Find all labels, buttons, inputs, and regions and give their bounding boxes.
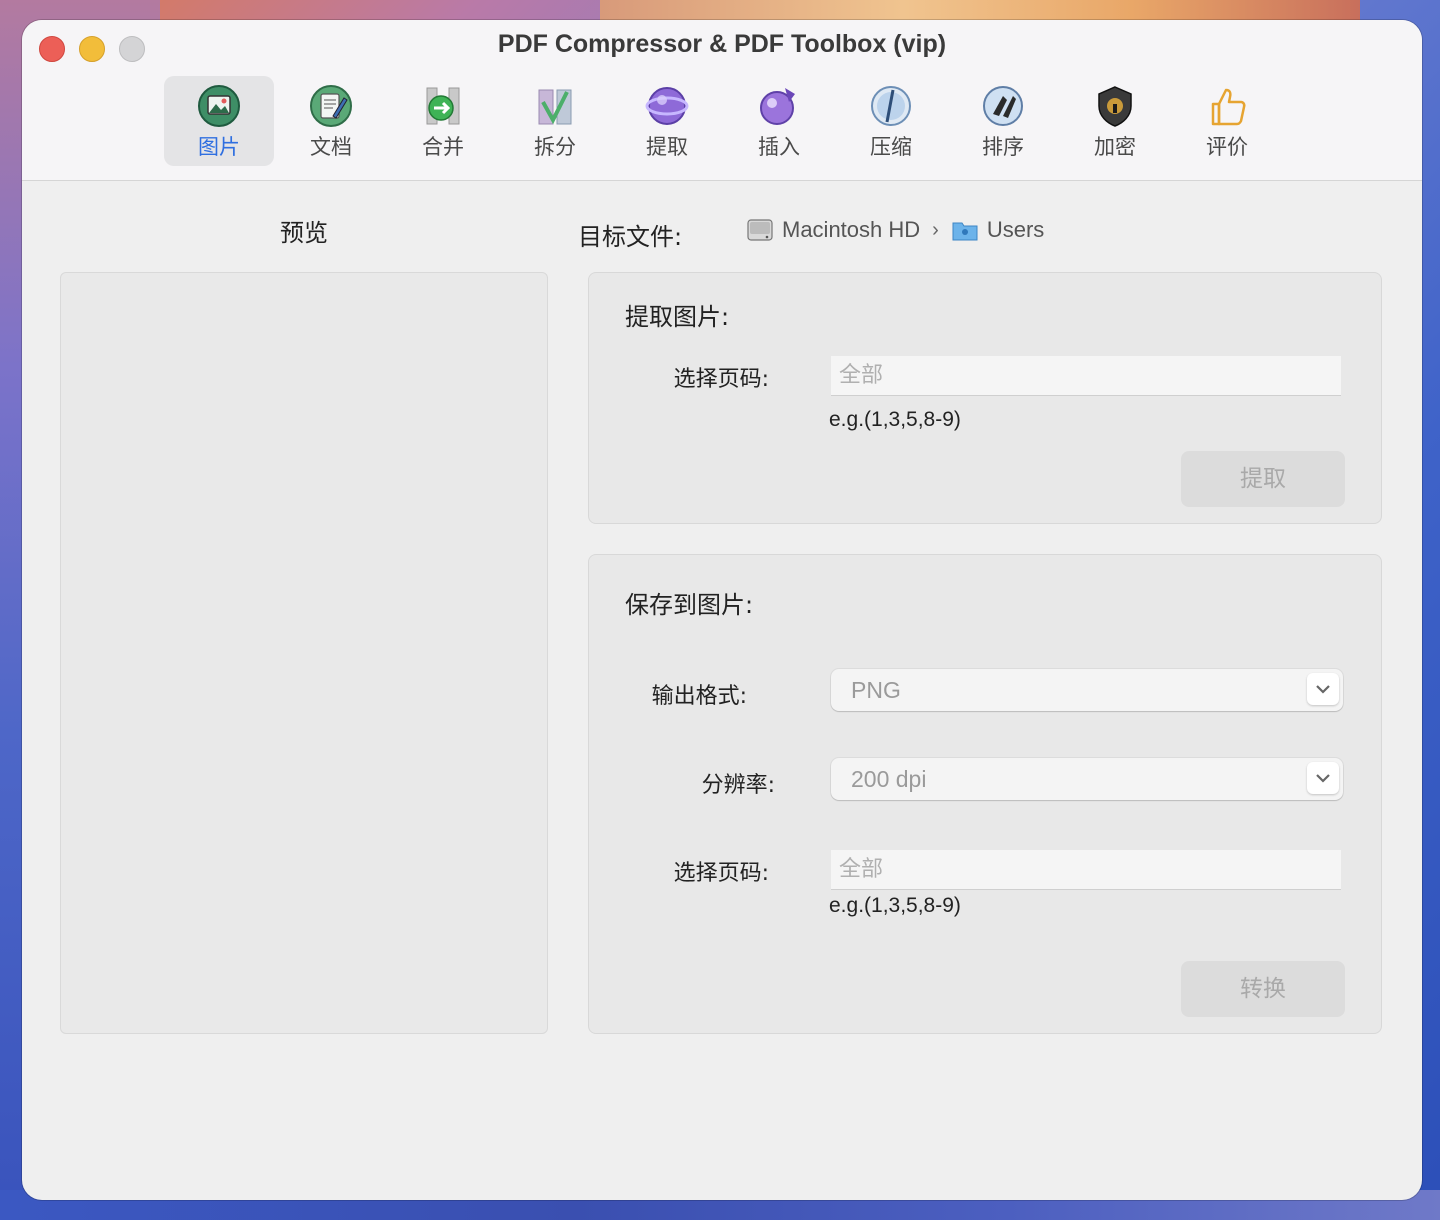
- preview-area: [60, 272, 548, 1034]
- folder-icon: [952, 222, 978, 241]
- save-to-images-panel: 保存到图片: 输出格式: PNG 分辨率: 200 dpi 选择页码: 全部 e…: [588, 554, 1382, 1034]
- path-item-macintosh-hd[interactable]: Macintosh HD: [746, 217, 920, 243]
- thumbs-up-icon: [1211, 88, 1246, 126]
- path-item-users[interactable]: Users: [951, 217, 1044, 243]
- target-file-label: 目标文件:: [578, 223, 683, 251]
- tab-label: 拆分: [534, 135, 576, 159]
- tab-document[interactable]: 文档: [276, 76, 386, 166]
- image-icon: [198, 85, 240, 127]
- extract-icon: [645, 87, 689, 125]
- output-format-select[interactable]: PNG: [831, 669, 1343, 711]
- sort-icon: [983, 86, 1023, 126]
- path-control[interactable]: Macintosh HD › Users: [746, 215, 1044, 245]
- resolution-select[interactable]: 200 dpi: [831, 758, 1343, 800]
- preview-title: 预览: [280, 219, 328, 247]
- merge-icon: [426, 87, 460, 125]
- panel-title: 提取图片:: [625, 303, 730, 331]
- window-title: PDF Compressor & PDF Toolbox (vip): [497, 30, 947, 58]
- path-item-label: Users: [986, 217, 1045, 242]
- convert-button[interactable]: 转换: [1181, 961, 1345, 1017]
- hard-drive-icon: [747, 219, 773, 241]
- pages-hint: e.g.(1,3,5,8-9): [829, 408, 961, 431]
- chevron-right-icon: ›: [932, 218, 939, 241]
- tab-label: 提取: [646, 135, 688, 159]
- extract-button[interactable]: 提取: [1181, 451, 1345, 507]
- tab-label: 排序: [982, 135, 1024, 159]
- extract-images-panel: 提取图片: 选择页码: 全部 e.g.(1,3,5,8-9) 提取: [588, 272, 1382, 524]
- compress-icon: [871, 86, 911, 126]
- tab-label: 加密: [1094, 135, 1136, 159]
- tab-image[interactable]: 图片: [164, 76, 274, 166]
- tab-compress[interactable]: 压缩: [836, 76, 946, 166]
- chevron-down-icon: [1307, 673, 1339, 705]
- insert-icon: [760, 88, 795, 125]
- tab-extract[interactable]: 提取: [612, 76, 722, 166]
- tab-label: 插入: [758, 135, 800, 159]
- chevron-down-icon: [1307, 762, 1339, 794]
- path-item-label: Macintosh HD: [782, 217, 921, 242]
- tab-label: 压缩: [870, 135, 912, 159]
- save-pages-input[interactable]: 全部: [831, 850, 1341, 890]
- tab-label: 图片: [198, 135, 240, 159]
- resolution-label: 分辨率:: [701, 773, 775, 798]
- main-content: 预览 目标文件: Macintosh HD › Users 提取图片: 选择页码…: [22, 181, 1422, 1200]
- extract-pages-input[interactable]: 全部: [831, 356, 1341, 396]
- tab-merge[interactable]: 合并: [388, 76, 498, 166]
- tab-encrypt[interactable]: 加密: [1060, 76, 1170, 166]
- tab-sort[interactable]: 排序: [948, 76, 1058, 166]
- tab-label: 文档: [310, 135, 352, 159]
- tab-rate[interactable]: 评价: [1172, 76, 1282, 166]
- app-window: PDF Compressor & PDF Toolbox (vip) 图片 文档…: [22, 20, 1422, 1200]
- lock-icon: [1098, 86, 1132, 127]
- tab-split[interactable]: 拆分: [500, 76, 610, 166]
- pages-hint: e.g.(1,3,5,8-9): [829, 894, 961, 917]
- select-value: PNG: [851, 677, 901, 703]
- panel-title: 保存到图片:: [625, 591, 754, 619]
- tab-insert[interactable]: 插入: [724, 76, 834, 166]
- document-edit-icon: [310, 85, 352, 127]
- pages-label: 选择页码:: [673, 861, 769, 886]
- pages-label: 选择页码:: [673, 367, 769, 392]
- tab-label: 合并: [422, 135, 464, 159]
- format-label: 输出格式:: [651, 684, 747, 709]
- split-icon: [538, 89, 572, 125]
- titlebar: PDF Compressor & PDF Toolbox (vip) 图片 文档…: [22, 20, 1422, 181]
- select-value: 200 dpi: [851, 766, 927, 792]
- tab-label: 评价: [1206, 135, 1248, 159]
